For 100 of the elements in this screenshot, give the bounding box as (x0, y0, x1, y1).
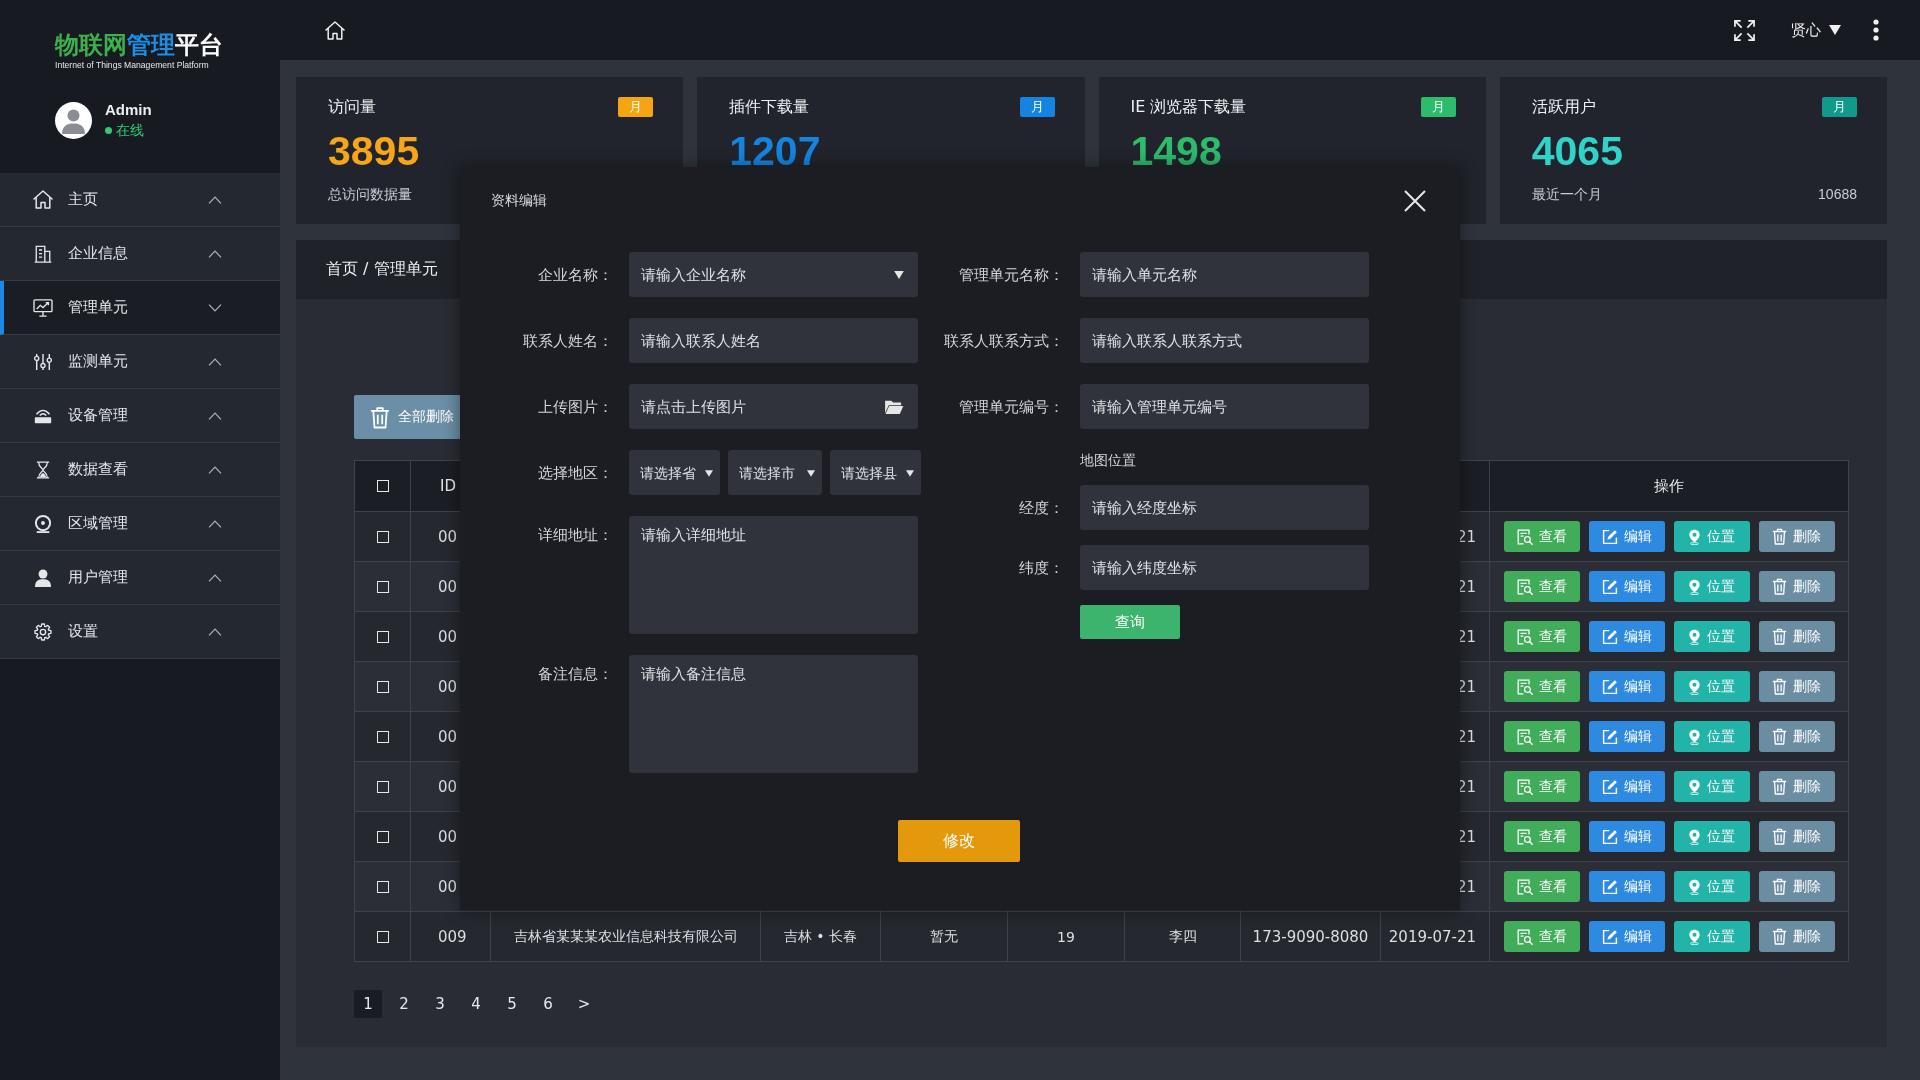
edit-button[interactable]: 编辑 (1588, 771, 1665, 802)
nav-item[interactable]: 用户管理 (0, 551, 280, 605)
checkbox[interactable] (376, 730, 389, 743)
nav-item[interactable]: 企业信息 (0, 227, 280, 281)
nav-item[interactable]: 管理单元 (0, 281, 280, 335)
view-button[interactable]: 查看 (1503, 871, 1580, 902)
close-icon[interactable] (1404, 190, 1426, 212)
location-button[interactable]: 位置 (1673, 871, 1750, 902)
edit-button[interactable]: 编辑 (1588, 671, 1665, 702)
location-button[interactable]: 位置 (1673, 721, 1750, 752)
submit-button[interactable]: 修改 (897, 820, 1020, 862)
table-cell: 2019-07-21 (1380, 911, 1490, 962)
checkbox[interactable] (376, 930, 389, 943)
nav-item[interactable]: 设置 (0, 605, 280, 659)
page-button[interactable]: 4 (462, 990, 490, 1018)
page-button[interactable]: 2 (390, 990, 418, 1018)
dropdown-field[interactable]: 请选择省 (629, 450, 720, 495)
text-field[interactable]: 请输入纬度坐标 (1080, 545, 1369, 590)
edit-icon (1601, 678, 1618, 695)
delete-button[interactable]: 删除 (1758, 571, 1835, 602)
text-field[interactable]: 请输入经度坐标 (1080, 485, 1369, 530)
dropdown-field[interactable]: 请选择县 (830, 450, 921, 495)
view-button[interactable]: 查看 (1503, 821, 1580, 852)
location-button[interactable]: 位置 (1673, 671, 1750, 702)
document-search-icon (1516, 778, 1533, 795)
view-button[interactable]: 查看 (1503, 621, 1580, 652)
textarea-field[interactable]: 请输入详细地址 (629, 516, 918, 634)
view-button[interactable]: 查看 (1503, 921, 1580, 952)
query-button[interactable]: 查询 (1080, 605, 1180, 639)
delete-button[interactable]: 删除 (1758, 521, 1835, 552)
document-search-icon (1516, 528, 1533, 545)
dropdown-field[interactable]: 请选择市 (728, 450, 822, 495)
caret-icon (807, 469, 815, 477)
delete-button[interactable]: 删除 (1758, 771, 1835, 802)
page-button[interactable]: 3 (426, 990, 454, 1018)
edit-button[interactable]: 编辑 (1588, 871, 1665, 902)
nav-item[interactable]: 监测单元 (0, 335, 280, 389)
document-search-icon (1516, 928, 1533, 945)
building-icon (34, 243, 52, 264)
location-button[interactable]: 位置 (1673, 571, 1750, 602)
edit-button[interactable]: 编辑 (1588, 821, 1665, 852)
checkbox[interactable] (376, 880, 389, 893)
upload-field[interactable]: 请点击上传图片 (629, 384, 918, 429)
checkbox[interactable] (376, 680, 389, 693)
fullscreen-icon[interactable] (1734, 19, 1755, 41)
page-button[interactable]: 6 (534, 990, 562, 1018)
nav-item[interactable]: 数据查看 (0, 443, 280, 497)
checkbox[interactable] (376, 780, 389, 793)
nav-item[interactable]: 区域管理 (0, 497, 280, 551)
nav-item[interactable]: 主页 (0, 173, 280, 227)
edit-button[interactable]: 编辑 (1588, 571, 1665, 602)
delete-button[interactable]: 删除 (1758, 821, 1835, 852)
checkbox[interactable] (376, 480, 389, 492)
text-field[interactable]: 请输入管理单元编号 (1080, 384, 1369, 429)
location-button[interactable]: 位置 (1673, 771, 1750, 802)
delete-button[interactable]: 删除 (1758, 621, 1835, 652)
location-button[interactable]: 位置 (1673, 521, 1750, 552)
text-field[interactable]: 请输入单元名称 (1080, 252, 1369, 297)
document-search-icon (1516, 828, 1533, 845)
page-button[interactable]: 1 (354, 990, 382, 1018)
text-field[interactable]: 请输入联系人联系方式 (1080, 318, 1369, 363)
location-button[interactable]: 位置 (1673, 821, 1750, 852)
field-label: 选择地区： (537, 463, 613, 482)
next-page-button[interactable]: > (570, 990, 598, 1018)
location-button[interactable]: 位置 (1673, 921, 1750, 952)
delete-button[interactable]: 删除 (1758, 671, 1835, 702)
user-menu-button[interactable]: 贤心 (1791, 20, 1841, 40)
checkbox[interactable] (376, 580, 389, 593)
trash-icon (1772, 778, 1787, 795)
period-badge: 月 (1420, 97, 1456, 117)
more-icon[interactable] (1873, 19, 1879, 41)
edit-icon (1601, 528, 1618, 545)
delete-button[interactable]: 删除 (1758, 721, 1835, 752)
edit-button[interactable]: 编辑 (1588, 721, 1665, 752)
edit-icon (1601, 928, 1618, 945)
edit-icon (1601, 778, 1618, 795)
page-button[interactable]: 5 (498, 990, 526, 1018)
view-button[interactable]: 查看 (1503, 671, 1580, 702)
checkbox[interactable] (376, 530, 389, 543)
edit-button[interactable]: 编辑 (1588, 921, 1665, 952)
text-field[interactable]: 请输入联系人姓名 (629, 318, 918, 363)
view-button[interactable]: 查看 (1503, 721, 1580, 752)
checkbox[interactable] (376, 630, 389, 643)
stat-title: 插件下载量 (729, 97, 810, 117)
caret-icon (705, 469, 713, 477)
delete-button[interactable]: 删除 (1758, 871, 1835, 902)
view-button[interactable]: 查看 (1503, 521, 1580, 552)
company-select[interactable]: 请输入企业名称 (629, 252, 918, 297)
edit-button[interactable]: 编辑 (1588, 521, 1665, 552)
location-button[interactable]: 位置 (1673, 621, 1750, 652)
nav-item[interactable]: 设备管理 (0, 389, 280, 443)
field-label: 备注信息： (537, 664, 613, 683)
home-icon[interactable] (325, 20, 345, 40)
view-button[interactable]: 查看 (1503, 771, 1580, 802)
edit-icon (1601, 728, 1618, 745)
view-button[interactable]: 查看 (1503, 571, 1580, 602)
edit-button[interactable]: 编辑 (1588, 621, 1665, 652)
delete-button[interactable]: 删除 (1758, 921, 1835, 952)
checkbox[interactable] (376, 830, 389, 843)
textarea-field[interactable]: 请输入备注信息 (629, 655, 918, 773)
